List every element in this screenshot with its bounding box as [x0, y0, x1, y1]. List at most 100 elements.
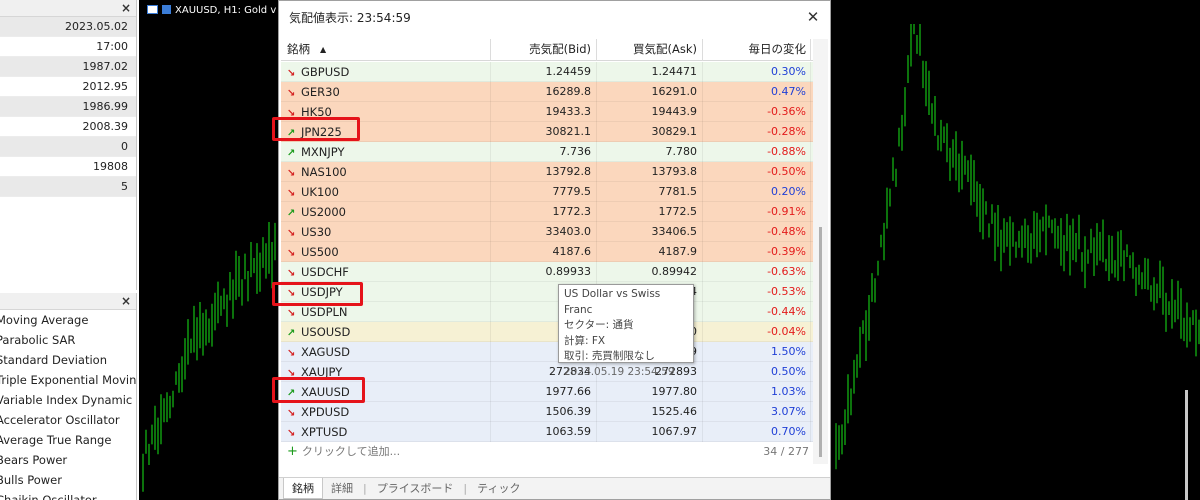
- change-cell: 0.30%: [703, 62, 811, 82]
- symbol-name: USDCHF: [301, 265, 349, 279]
- bid-cell: 30821.1: [491, 122, 597, 142]
- data-window-value: 2023.05.02: [0, 17, 136, 37]
- symbol-cell[interactable]: ↘ US30: [281, 222, 491, 242]
- symbol-row-jpn225[interactable]: ↗ JPN225 30821.1 30829.1 -0.28%: [281, 122, 813, 142]
- indicator-item[interactable]: Chaikin Oscillator: [0, 490, 136, 500]
- symbol-cell[interactable]: ↘ XPTUSD: [281, 422, 491, 442]
- market-watch-title: 気配値表示: 23:54:59: [289, 11, 411, 25]
- symbol-cell[interactable]: ↘ XAGUSD: [281, 342, 491, 362]
- navigator-header: ×: [0, 293, 136, 310]
- tab-symbols[interactable]: 銘柄: [283, 478, 323, 499]
- ask-cell: 0.89942: [597, 262, 703, 282]
- close-icon[interactable]: ✕: [804, 9, 822, 27]
- bid-cell: 33403.0: [491, 222, 597, 242]
- add-symbol-label: クリックして追加...: [301, 445, 401, 458]
- symbol-row-usdchf[interactable]: ↘ USDCHF 0.89933 0.89942 -0.63%: [281, 262, 813, 282]
- symbol-row-uk100[interactable]: ↘ UK100 7779.5 7781.5 0.20%: [281, 182, 813, 202]
- highlight-box-xauusd: [272, 377, 365, 403]
- change-cell: -0.53%: [703, 282, 811, 302]
- change-cell: 0.20%: [703, 182, 811, 202]
- market-watch-scrollbar[interactable]: [813, 39, 828, 464]
- symbol-name: GBPUSD: [301, 65, 350, 79]
- symbol-row-usousd[interactable]: ↗USOUSD0-0.04%: [281, 322, 813, 342]
- change-cell: 0.47%: [703, 82, 811, 102]
- symbol-cell[interactable]: ↗ MXNJPY: [281, 142, 491, 162]
- indicator-item[interactable]: Parabolic SAR: [0, 330, 136, 350]
- symbol-cell[interactable]: ↘ NAS100: [281, 162, 491, 182]
- symbol-row-xptusd[interactable]: ↘ XPTUSD 1063.59 1067.97 0.70%: [281, 422, 813, 442]
- symbol-cell[interactable]: ↘ XPDUSD: [281, 402, 491, 422]
- symbol-cell[interactable]: ↘ GBPUSD: [281, 62, 491, 82]
- close-icon[interactable]: ×: [121, 294, 131, 308]
- symbol-cell[interactable]: ↗ US2000: [281, 202, 491, 222]
- symbol-cell[interactable]: ↘ US500: [281, 242, 491, 262]
- plus-icon: +: [287, 444, 298, 459]
- symbol-row-ger30[interactable]: ↘ GER30 16289.8 16291.0 0.47%: [281, 82, 813, 102]
- symbol-row-us2000[interactable]: ↗ US2000 1772.3 1772.5 -0.91%: [281, 202, 813, 222]
- tab-price-board[interactable]: プライスボード: [369, 478, 462, 499]
- ask-cell: 33406.5: [597, 222, 703, 242]
- symbol-name: US2000: [301, 205, 346, 219]
- indicator-item[interactable]: Bulls Power: [0, 470, 136, 490]
- arrow-down-icon: ↘: [287, 408, 296, 419]
- highlight-box-jpn225: [272, 117, 360, 141]
- navigator-scrollbar[interactable]: [1185, 390, 1188, 500]
- column-header-symbol[interactable]: 銘柄 ▲: [281, 39, 491, 61]
- ask-cell: 7.780: [597, 142, 703, 162]
- close-icon[interactable]: ×: [121, 1, 131, 15]
- ask-cell: 16291.0: [597, 82, 703, 102]
- indicator-item[interactable]: Standard Deviation: [0, 350, 136, 370]
- change-cell: -0.91%: [703, 202, 811, 222]
- tab-ticks[interactable]: ティック: [469, 478, 528, 499]
- market-watch-window[interactable]: 気配値表示: 23:54:59 ✕ 銘柄 ▲ 売気配(Bid) 買気配(Ask) …: [278, 0, 831, 500]
- indicator-item[interactable]: Variable Index Dynamic Average: [0, 390, 136, 410]
- arrow-down-icon: ↘: [287, 168, 296, 179]
- symbol-name: XPDUSD: [301, 405, 350, 419]
- ask-cell: 1772.5: [597, 202, 703, 222]
- ask-cell: 1067.97: [597, 422, 703, 442]
- tab-details[interactable]: 詳細: [323, 478, 361, 499]
- arrow-down-icon: ↘: [287, 228, 296, 239]
- data-window-value: 5: [0, 177, 136, 197]
- symbol-row-gbpusd[interactable]: ↘ GBPUSD 1.24459 1.24471 0.30%: [281, 62, 813, 82]
- indicator-item[interactable]: Moving Average: [0, 310, 136, 330]
- ask-cell: 1.24471: [597, 62, 703, 82]
- indicator-item[interactable]: Bears Power: [0, 450, 136, 470]
- symbol-row-us30[interactable]: ↘ US30 33403.0 33406.5 -0.48%: [281, 222, 813, 242]
- symbol-row-xpdusd[interactable]: ↘ XPDUSD 1506.39 1525.46 3.07%: [281, 402, 813, 422]
- symbol-row-hk50[interactable]: ↘ HK50 19433.3 19443.9 -0.36%: [281, 102, 813, 122]
- tooltip-timestamp: 2023.05.19 23:54:59: [564, 365, 675, 378]
- data-window-value: 0: [0, 137, 136, 157]
- column-header-ask[interactable]: 買気配(Ask): [597, 39, 703, 61]
- symbol-cell[interactable]: ↗ USOUSD: [281, 322, 491, 342]
- indicator-list: Moving Average Parabolic SAR Standard Devi…: [0, 310, 136, 500]
- arrow-down-icon: ↘: [287, 268, 296, 279]
- symbol-cell[interactable]: ↘ USDCHF: [281, 262, 491, 282]
- bid-cell: 1.24459: [491, 62, 597, 82]
- symbol-row-xagusd[interactable]: ↘XAGUSD91.50%: [281, 342, 813, 362]
- indicator-item[interactable]: Average True Range: [0, 430, 136, 450]
- change-cell: -0.36%: [703, 102, 811, 122]
- data-window-header: ×: [0, 0, 136, 17]
- arrow-down-icon: ↘: [287, 308, 296, 319]
- symbol-row-us500[interactable]: ↘ US500 4187.6 4187.9 -0.39%: [281, 242, 813, 262]
- column-header-bid[interactable]: 売気配(Bid): [491, 39, 597, 61]
- scrollbar-thumb[interactable]: [819, 227, 822, 457]
- indicator-item[interactable]: Accelerator Oscillator: [0, 410, 136, 430]
- add-symbol-row[interactable]: + クリックして追加... 34 / 277: [281, 442, 813, 462]
- arrow-down-icon: ↘: [287, 68, 296, 79]
- symbol-cell[interactable]: ↘ GER30: [281, 82, 491, 102]
- indicator-item[interactable]: Triple Exponential Moving Average: [0, 370, 136, 390]
- symbol-name: USOUSD: [301, 325, 351, 339]
- data-window-panel: × 2023.05.02 17:00 1987.02 2012.95 1986.99 20…: [0, 0, 137, 290]
- ask-cell: 4187.9: [597, 242, 703, 262]
- column-header-change[interactable]: 毎日の変化: [703, 39, 811, 61]
- market-watch-titlebar[interactable]: 気配値表示: 23:54:59 ✕: [279, 1, 830, 35]
- ask-cell: 7781.5: [597, 182, 703, 202]
- symbol-name: XAGUSD: [301, 345, 351, 359]
- symbol-row-nas100[interactable]: ↘ NAS100 13792.8 13793.8 -0.50%: [281, 162, 813, 182]
- symbol-cell[interactable]: ↘ UK100: [281, 182, 491, 202]
- tooltip-sector: セクター: 通貨: [564, 319, 634, 331]
- symbol-name: US500: [301, 245, 339, 259]
- symbol-row-mxnjpy[interactable]: ↗ MXNJPY 7.736 7.780 -0.88%: [281, 142, 813, 162]
